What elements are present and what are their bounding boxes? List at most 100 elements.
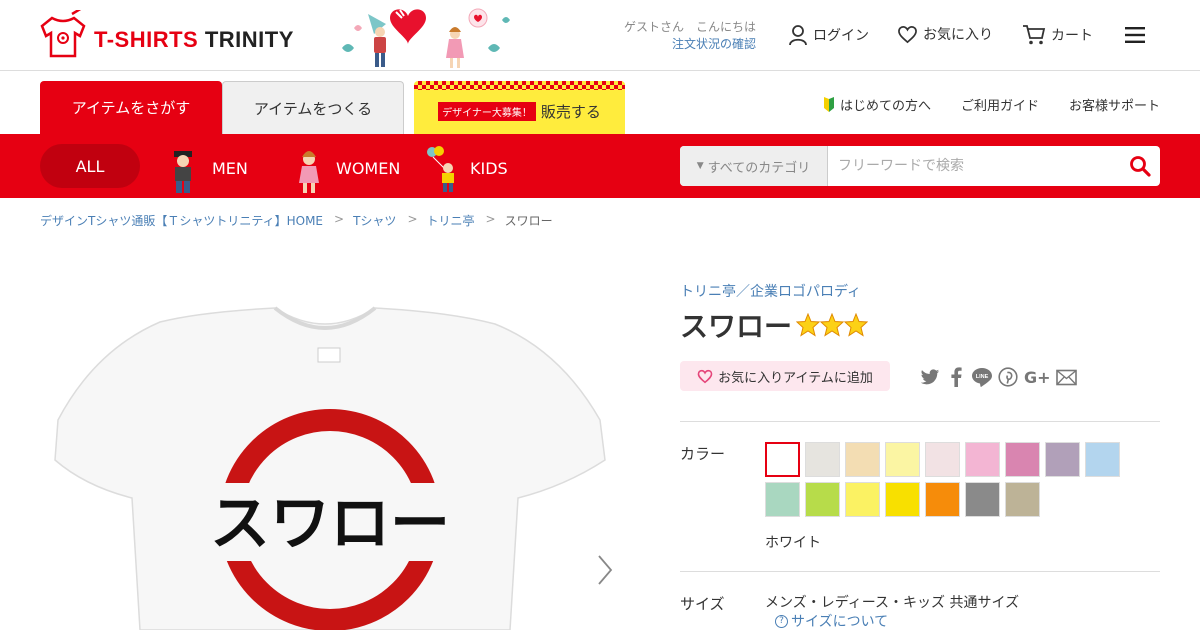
category-women-link[interactable]: WOMEN [290,150,401,193]
checker-decoration [414,81,625,90]
search-icon [1130,156,1151,177]
product-tshirt-image[interactable]: スワロー [40,300,620,630]
carousel-next-arrow[interactable] [592,552,616,588]
color-swatch[interactable] [885,442,920,477]
color-swatch[interactable] [845,482,880,517]
breadcrumb-home[interactable]: デザインTシャツ通販【Ｔシャツトリニティ】HOME [40,212,323,229]
tab-sell-items[interactable]: デザイナー大募集！ 販売する [414,81,625,134]
breadcrumb: デザインTシャツ通販【Ｔシャツトリニティ】HOME > Tシャツ > トリニ亭 … [40,212,553,229]
caret-down-icon: ▼ [696,161,704,171]
cart-icon [1023,25,1046,45]
size-value: メンズ・レディース・キッズ 共通サイズ [765,595,1020,611]
login-link[interactable]: ログイン [788,24,869,46]
category-kids-link[interactable]: KIDS [424,146,508,192]
product-category-line: トリニ亭／企業ロゴパロディ [680,281,861,301]
color-swatch[interactable] [965,482,1000,517]
color-swatch[interactable] [925,482,960,517]
selected-color-name: ホワイト [765,535,821,551]
color-label: カラー [680,445,726,463]
breadcrumb-shop[interactable]: トリニ亭 [427,212,475,229]
tab-find-items[interactable]: アイテムをさがす [40,81,222,134]
heart-icon [697,369,713,383]
favorites-link[interactable]: お気に入り [897,24,993,44]
top-links: はじめての方へ ご利用ガイド お客様サポート [793,95,1160,114]
question-circle-icon: ? [775,614,788,628]
twitter-icon[interactable] [919,366,941,388]
category-men-link[interactable]: MEN [166,150,248,193]
facebook-icon[interactable] [945,366,967,388]
star-icon [844,313,869,337]
product-title-row: スワロー [680,305,869,345]
user-greeting: ゲストさん こんにちは 注文状況の確認 [606,19,756,53]
breadcrumb-separator: > [407,212,418,226]
color-swatch[interactable] [765,482,800,517]
color-swatch[interactable] [805,482,840,517]
color-swatch[interactable] [965,442,1000,477]
color-swatch[interactable] [845,442,880,477]
beginners-label: はじめての方へ [839,99,931,114]
breadcrumb-tshirts[interactable]: Tシャツ [353,212,396,229]
breadcrumb-current: スワロー [504,214,553,228]
category-link[interactable]: 企業ロゴパロディ [750,284,861,300]
tab-find-label: アイテムをさがす [71,99,191,117]
site-header: T-SHIRTS TRINITY ゲストさん こんにちは 注文状況の確認 ログイ… [0,0,1200,71]
section-divider [680,421,1160,422]
breadcrumb-separator: > [485,212,496,226]
women-figure-icon [299,151,319,193]
star-icon [820,313,845,337]
category-all-button[interactable]: ALL [40,144,140,188]
color-swatch[interactable] [885,482,920,517]
svg-text:LINE: LINE [976,374,989,380]
size-label: サイズ [680,595,725,613]
color-swatch[interactable] [1005,442,1040,477]
add-to-favorites-label: お気に入りアイテムに追加 [718,370,873,386]
color-swatch[interactable] [1005,482,1040,517]
color-swatch[interactable] [1085,442,1120,477]
favorites-label: お気に入り [923,27,993,43]
breadcrumb-separator: > [334,212,345,226]
hamburger-menu-icon[interactable] [1125,27,1145,43]
valentine-couple-illustration [342,8,510,68]
guide-link[interactable]: ご利用ガイド [961,95,1039,114]
color-swatch[interactable] [1045,442,1080,477]
user-icon [789,25,807,46]
cart-link[interactable]: カート [1022,24,1093,46]
category-men-label: MEN [212,158,248,178]
tab-make-items[interactable]: アイテムをつくる [222,81,404,134]
search-box: ▼ すべてのカテゴリ [680,146,1160,186]
login-label: ログイン [813,28,869,44]
search-category-select[interactable]: ▼ すべてのカテゴリ [680,146,828,186]
category-separator: ／ [736,284,750,300]
search-button[interactable] [1120,146,1160,186]
product-title: スワロー [680,310,793,343]
color-swatch[interactable] [765,442,800,477]
kids-figure-icon [427,146,454,192]
support-link[interactable]: お客様サポート [1069,95,1160,114]
color-swatch[interactable] [805,442,840,477]
logo-wordmark: T-SHIRTS TRINITY [94,27,294,53]
section-divider [680,571,1160,572]
pinterest-icon[interactable] [997,366,1019,388]
tshirt-logo-icon [40,10,86,58]
product-print-text: スワロー [210,489,450,559]
site-logo[interactable]: T-SHIRTS TRINITY [38,10,294,60]
beginners-link[interactable]: はじめての方へ [823,95,931,114]
search-category-label: すべてのカテゴリ [707,160,811,176]
size-guide-link[interactable]: ? サイズについて [775,611,888,631]
star-rating [796,313,869,337]
size-guide-label: サイズについて [791,614,889,630]
category-women-label: WOMEN [336,158,401,178]
logo-text-primary: T-SHIRTS [94,27,199,52]
heart-icon [898,25,917,43]
mail-icon[interactable] [1055,366,1077,388]
men-figure-icon [174,151,192,193]
line-icon[interactable]: LINE [971,366,993,388]
search-input[interactable] [828,146,1120,186]
beginner-mark-icon [823,97,834,112]
shop-link[interactable]: トリニ亭 [680,284,736,300]
color-swatch[interactable] [925,442,960,477]
order-status-link[interactable]: 注文状況の確認 [606,36,756,53]
google-plus-icon[interactable]: G+ [1023,366,1051,388]
add-to-favorites-button[interactable]: お気に入りアイテムに追加 [680,361,890,391]
star-icon [796,313,821,337]
